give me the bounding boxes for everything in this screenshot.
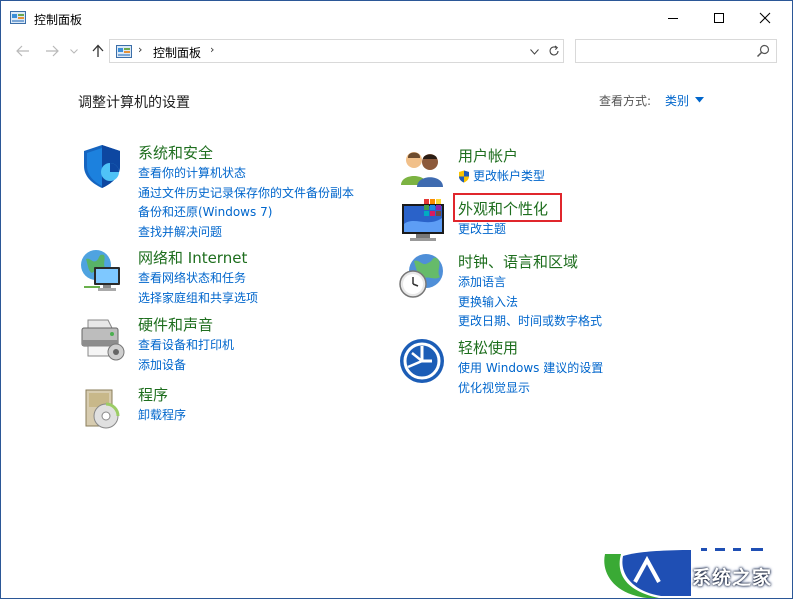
watermark-text: 系统之家 [692,567,773,589]
view-by-dropdown[interactable]: 类别 [665,92,689,109]
highlight-box [453,193,562,222]
category-title[interactable]: 程序 [138,384,168,405]
link-recommended-settings[interactable]: 使用 Windows 建议的设置 [458,359,603,379]
close-button[interactable] [742,1,788,35]
link-homegroup[interactable]: 选择家庭组和共享选项 [138,289,258,309]
maximize-button[interactable] [696,1,742,35]
forward-button[interactable] [42,41,62,61]
link-uninstall-program[interactable]: 卸载程序 [138,406,186,426]
users-icon[interactable] [398,145,446,193]
link-change-account-type[interactable]: 更改帐户类型 [473,167,545,187]
view-by-label: 查看方式: [599,94,652,108]
link-view-computer-status[interactable]: 查看你的计算机状态 [138,164,354,184]
link-change-account-type-row[interactable]: 更改帐户类型 [458,167,545,187]
recent-locations-button[interactable] [67,41,81,61]
address-dropdown-button[interactable] [524,44,544,59]
arrow-up-icon [92,44,104,57]
link-add-device[interactable]: 添加设备 [138,356,234,376]
category-links: 查看你的计算机状态 通过文件历史记录保存你的文件备份副本 备份和还原(Windo… [138,164,354,242]
link-backup-restore[interactable]: 备份和还原(Windows 7) [138,203,354,223]
breadcrumb-separator[interactable]: › [138,43,142,56]
category-title[interactable]: 系统和安全 [138,142,213,163]
search-input[interactable] [575,39,777,63]
link-optimize-display[interactable]: 优化视觉显示 [458,379,603,399]
category-title[interactable]: 网络和 Internet [138,247,247,268]
link-add-language[interactable]: 添加语言 [458,273,602,293]
programs-icon[interactable] [78,384,126,432]
uac-shield-icon [459,170,469,183]
window-title: 控制面板 [34,13,83,27]
search-icon [756,44,770,58]
category-links: 卸载程序 [138,406,186,426]
shield-icon[interactable] [78,142,126,190]
arrow-right-icon [46,45,59,57]
category-title[interactable]: 用户帐户 [458,145,518,166]
breadcrumb-separator[interactable]: › [210,43,214,56]
category-title[interactable]: 时钟、语言和区域 [458,251,578,272]
category-links: 添加语言 更换输入法 更改日期、时间或数字格式 [458,273,602,332]
page-title: 调整计算机的设置 [78,95,190,111]
link-change-date-time-format[interactable]: 更改日期、时间或数字格式 [458,312,602,332]
link-change-theme[interactable]: 更改主题 [458,220,506,240]
link-network-status[interactable]: 查看网络状态和任务 [138,269,258,289]
category-title[interactable]: 硬件和声音 [138,314,213,335]
category-links: 使用 Windows 建议的设置 优化视觉显示 [458,359,603,398]
address-bar[interactable]: › 控制面板 › [109,39,545,63]
category-links: 更改帐户类型 [458,167,545,187]
link-devices-printers[interactable]: 查看设备和打印机 [138,336,234,356]
link-troubleshoot[interactable]: 查找并解决问题 [138,223,354,243]
clock-globe-icon[interactable] [398,251,446,299]
refresh-button[interactable] [544,39,564,63]
monitor-palette-icon[interactable] [398,198,446,246]
category-links: 查看网络状态和任务 选择家庭组和共享选项 [138,269,258,308]
minimize-button[interactable] [650,1,696,35]
control-panel-window: 控制面板 › 控制面板 › 调整计算机的设置 查看方式: 类别 系统和安全 查看… [0,0,793,599]
globe-network-icon[interactable] [78,247,126,295]
printer-icon[interactable] [78,314,126,362]
title-bar[interactable]: 控制面板 [1,1,792,35]
close-icon [759,12,771,24]
maximize-icon [714,13,724,23]
ease-of-access-icon[interactable] [398,337,446,385]
chevron-down-icon [70,48,78,54]
breadcrumb-control-panel[interactable]: 控制面板 [153,44,201,61]
minimize-icon [668,18,678,19]
control-panel-icon [116,45,132,58]
navigation-bar: › 控制面板 › [1,35,792,67]
dropdown-arrow-icon[interactable] [695,97,704,103]
category-title[interactable]: 轻松使用 [458,337,518,358]
category-links: 更改主题 [458,220,506,240]
up-button[interactable] [88,41,108,61]
link-change-input-method[interactable]: 更换输入法 [458,293,602,313]
refresh-icon [548,45,559,56]
link-file-history[interactable]: 通过文件历史记录保存你的文件备份副本 [138,184,354,204]
category-links: 查看设备和打印机 添加设备 [138,336,234,375]
back-button[interactable] [13,41,33,61]
chevron-down-icon [529,48,539,55]
arrow-left-icon [16,45,29,57]
control-panel-icon [10,11,26,24]
